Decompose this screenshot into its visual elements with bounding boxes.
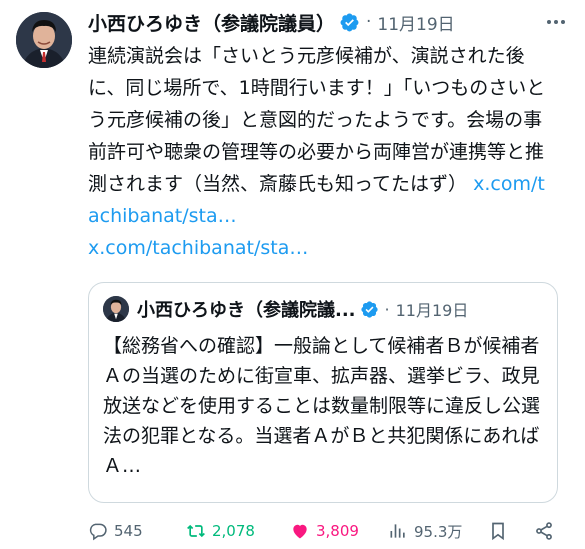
quoted-tweet[interactable]: 小西ひろゆき（参議院議... · 11月19日 【総務省への確認】一般論として候… [88,282,558,503]
views-button[interactable]: 95.3万 [388,521,488,542]
quoted-separator-dot: · [384,299,390,319]
quoted-tweet-text: 【総務省への確認】一般論として候補者Ｂが候補者Ａの当選のために街宣車、拡声器、選… [103,335,541,477]
avatar[interactable] [16,12,72,68]
tweet-date[interactable]: 11月19日 [377,10,454,35]
like-button[interactable]: 3,809 [290,521,388,541]
like-count: 3,809 [316,522,359,540]
quoted-tweet-header: 小西ひろゆき（参議院議... · 11月19日 [103,295,543,323]
quoted-author-name: 小西ひろゆき（参議院議... [137,300,356,321]
tweet-link-2[interactable]: x.com/tachibanat/sta… [88,237,308,259]
tweet-text: 連続演説会は「さいとう元彦候補が、演説された後に、同じ場所で、1時間行います！」… [88,40,556,264]
retweet-button[interactable]: 2,078 [186,521,290,541]
tweet-actions: 545 2,078 3,809 95.3万 [88,516,563,546]
retweet-count: 2,078 [212,522,255,540]
quoted-avatar [103,296,129,322]
analytics-icon [390,524,405,538]
bookmark-icon [492,522,504,541]
quoted-tweet-date: 11月19日 [395,301,469,320]
author-name[interactable]: 小西ひろゆき（参議院議員） [88,9,335,36]
views-count: 95.3万 [414,522,463,541]
reply-icon [89,523,107,541]
separator-dot: · [366,12,372,32]
reply-button[interactable]: 545 [88,521,186,541]
verified-badge-icon [360,300,378,318]
quoted-avatar-image [103,296,129,322]
tweet-content: 小西ひろゆき（参議院議員） · 11月19日 連続演説会は「さいとう元彦候補が、… [88,8,568,264]
retweet-icon [187,524,205,538]
more-options-icon[interactable] [544,12,568,32]
verified-badge-icon [340,13,359,31]
tweet-header: 小西ひろゆき（参議院議員） · 11月19日 [88,8,568,36]
share-button[interactable] [534,521,560,541]
heart-icon [293,524,307,539]
share-icon [536,522,552,540]
avatar-image [16,12,72,68]
reply-count: 545 [114,522,143,540]
bookmark-button[interactable] [488,521,534,541]
